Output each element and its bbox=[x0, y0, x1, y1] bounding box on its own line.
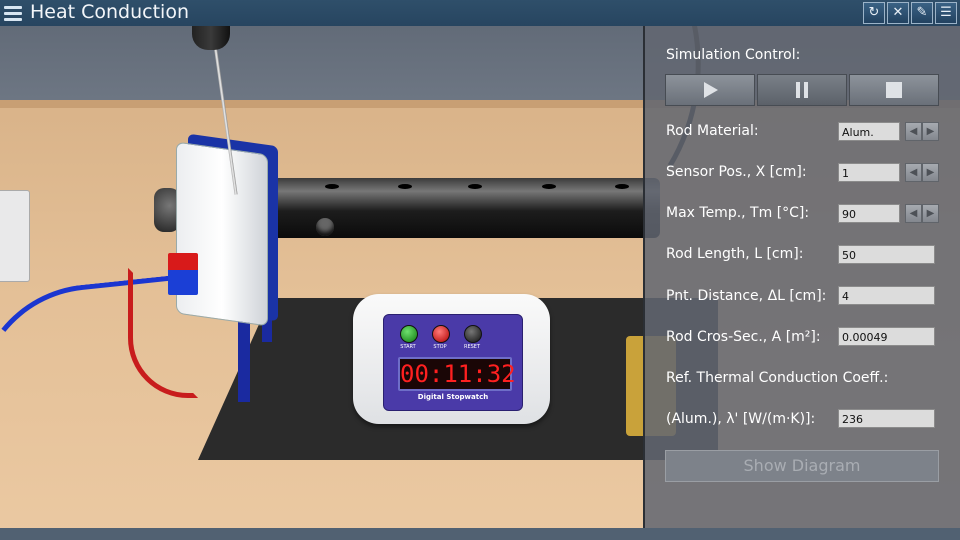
title-bar: Heat Conduction ↻ ✕ ✎ ☰ bbox=[0, 0, 960, 26]
sensor-pos-next-icon[interactable]: ▶ bbox=[922, 163, 939, 182]
pnt-distance-label: Pnt. Distance, ΔL [cm]: bbox=[666, 288, 827, 304]
stopwatch-stop-button[interactable] bbox=[432, 325, 450, 343]
sensor-pos-label: Sensor Pos., X [cm]: bbox=[666, 164, 807, 180]
max-temp-prev-icon[interactable]: ◀ bbox=[905, 204, 922, 223]
max-temp-field[interactable]: 90 bbox=[838, 204, 900, 223]
max-temp-label: Max Temp., Tm [°C]: bbox=[666, 205, 810, 221]
sensor-pos-prev-icon[interactable]: ◀ bbox=[905, 163, 922, 182]
toolbar: ↻ ✕ ✎ ☰ bbox=[863, 2, 957, 24]
rod-cross-section-field[interactable]: 0.00049 bbox=[838, 327, 935, 346]
playback-controls bbox=[665, 74, 939, 106]
stop-button[interactable] bbox=[849, 74, 939, 106]
rod-material-next-icon[interactable]: ▶ bbox=[922, 122, 939, 141]
stopwatch-display: 00:11:32 bbox=[398, 357, 516, 391]
rod-sensor-port bbox=[316, 218, 334, 236]
edit-icon[interactable]: ✎ bbox=[911, 2, 933, 24]
max-temp-next-icon[interactable]: ▶ bbox=[922, 204, 939, 223]
digital-stopwatch: START STOP RESET 00:11:32 Digital Stopwa… bbox=[353, 294, 550, 424]
rod-length-label: Rod Length, L [cm]: bbox=[666, 246, 804, 262]
rod-material-prev-icon[interactable]: ◀ bbox=[905, 122, 922, 141]
start-label: START bbox=[400, 344, 416, 350]
pause-icon bbox=[796, 82, 808, 98]
play-button[interactable] bbox=[665, 74, 755, 106]
mute-icon[interactable]: ✕ bbox=[887, 2, 909, 24]
reset-label: RESET bbox=[463, 344, 481, 350]
metal-rod[interactable] bbox=[230, 178, 660, 238]
heater-clamp bbox=[176, 141, 268, 327]
simulation-control-heading: Simulation Control: bbox=[666, 47, 801, 63]
stopwatch-face: START STOP RESET 00:11:32 Digital Stopwa… bbox=[383, 314, 523, 411]
rod-length-field[interactable]: 50 bbox=[838, 245, 935, 264]
stop-label: STOP bbox=[433, 344, 447, 350]
side-device bbox=[0, 190, 30, 282]
list-icon[interactable]: ☰ bbox=[935, 2, 957, 24]
pnt-distance-field[interactable]: 4 bbox=[838, 286, 935, 305]
power-plug bbox=[168, 253, 198, 295]
pause-button[interactable] bbox=[757, 74, 847, 106]
ref-coeff-heading: Ref. Thermal Conduction Coeff.: bbox=[666, 370, 889, 386]
status-bar bbox=[0, 528, 960, 540]
rod-material-field[interactable]: Alum. bbox=[838, 122, 900, 141]
stop-icon bbox=[886, 82, 902, 98]
show-diagram-button[interactable]: Show Diagram bbox=[665, 450, 939, 482]
ref-coeff-label: (Alum.), λ' [W/(m·K)]: bbox=[666, 411, 816, 427]
rod-cross-section-label: Rod Cros-Sec., A [m²]: bbox=[666, 329, 821, 345]
menu-icon[interactable] bbox=[4, 3, 22, 23]
stopwatch-start-button[interactable] bbox=[400, 325, 418, 343]
sensor-pos-field[interactable]: 1 bbox=[838, 163, 900, 182]
rod-material-label: Rod Material: bbox=[666, 123, 759, 139]
stopwatch-caption: Digital Stopwatch bbox=[417, 393, 489, 401]
stopwatch-reset-button[interactable] bbox=[464, 325, 482, 343]
simulation-control-panel: Simulation Control: Rod Material: Alum. … bbox=[643, 26, 960, 528]
play-icon bbox=[704, 82, 718, 98]
ref-coeff-field[interactable]: 236 bbox=[838, 409, 935, 428]
app-title: Heat Conduction bbox=[30, 1, 189, 23]
rotate-icon[interactable]: ↻ bbox=[863, 2, 885, 24]
